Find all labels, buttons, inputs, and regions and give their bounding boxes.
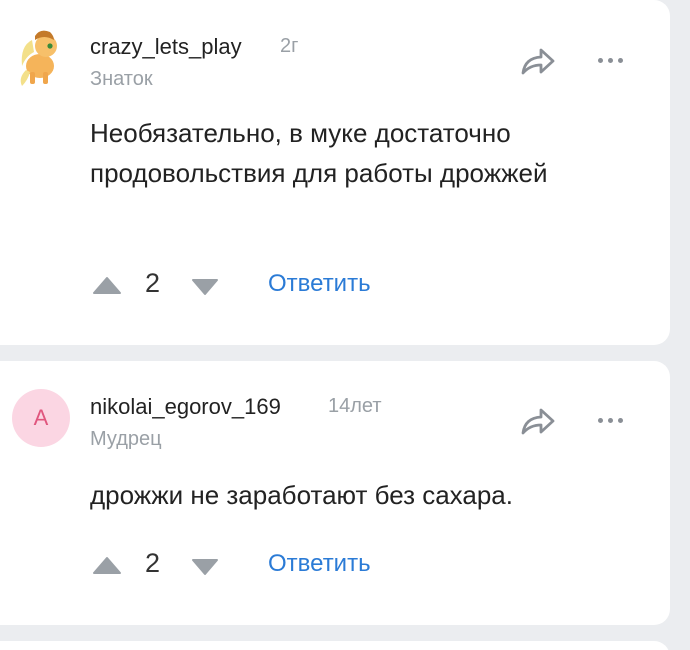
comment-text: Необязательно, в муке достаточно продово…	[90, 118, 548, 188]
comment-card: crazy_lets_play 2г Знаток Необязательно,…	[0, 0, 670, 345]
upvote-icon[interactable]	[90, 273, 124, 297]
upvote-icon[interactable]	[90, 553, 124, 577]
author-name[interactable]: nikolai_egorov_169	[90, 394, 281, 420]
comment-age: 2г	[280, 35, 299, 57]
share-icon[interactable]	[518, 404, 558, 438]
author-rank: Мудрец	[90, 428, 162, 450]
downvote-icon[interactable]	[190, 555, 220, 579]
vote-count: 2	[145, 548, 161, 578]
share-icon[interactable]	[518, 44, 558, 78]
comment-age: 14лет	[328, 395, 382, 417]
reply-button[interactable]: Ответить	[268, 270, 371, 298]
downvote-icon[interactable]	[190, 275, 220, 299]
avatar[interactable]: A	[12, 389, 70, 447]
comment-text: дрожжи не заработают без сахара.	[90, 480, 513, 510]
author-name[interactable]: crazy_lets_play	[90, 34, 242, 60]
pony-avatar-icon[interactable]	[10, 26, 70, 88]
more-options-icon[interactable]	[590, 408, 630, 432]
vote-count: 2	[145, 268, 161, 298]
reply-button[interactable]: Ответить	[268, 550, 371, 578]
comment-card	[0, 641, 670, 650]
author-rank: Знаток	[90, 68, 153, 90]
more-options-icon[interactable]	[590, 48, 630, 72]
